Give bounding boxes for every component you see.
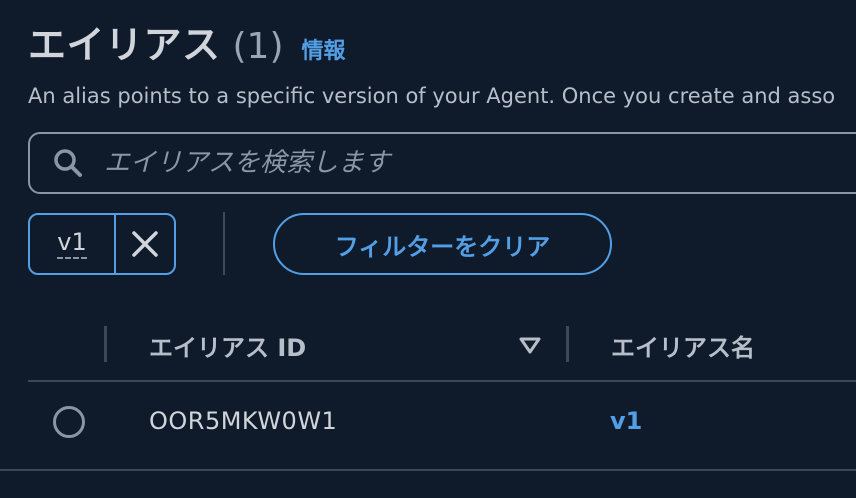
section-description: An alias points to a specific version of… — [28, 84, 836, 108]
column-separator[interactable] — [566, 326, 569, 362]
info-link[interactable]: 情報 — [302, 33, 346, 65]
section-header: エイリアス (1) 情報 — [28, 14, 346, 69]
remove-filter-button[interactable] — [116, 215, 174, 273]
filter-divider — [223, 212, 225, 275]
section-title: エイリアス — [28, 23, 221, 67]
alias-count: (1) — [232, 26, 284, 67]
alias-id-cell: OOR5MKW0W1 — [149, 407, 338, 435]
search-input[interactable] — [104, 134, 856, 192]
alias-name-link[interactable]: v1 — [610, 407, 642, 435]
filter-token-text: v1 — [57, 229, 87, 259]
sort-descending-icon[interactable] — [518, 333, 542, 357]
row-select-radio[interactable] — [53, 406, 85, 438]
clear-filters-button[interactable]: フィルターをクリア — [273, 213, 612, 275]
table-divider — [28, 380, 856, 382]
search-icon — [54, 149, 82, 177]
close-icon — [132, 231, 158, 257]
column-header-alias-name[interactable]: エイリアス名 — [611, 328, 755, 363]
column-separator — [104, 326, 107, 362]
column-header-alias-id[interactable]: エイリアス ID — [149, 328, 306, 363]
filter-token-label[interactable]: v1 — [30, 215, 116, 273]
search-box — [28, 132, 856, 194]
filter-token: v1 — [28, 213, 176, 275]
